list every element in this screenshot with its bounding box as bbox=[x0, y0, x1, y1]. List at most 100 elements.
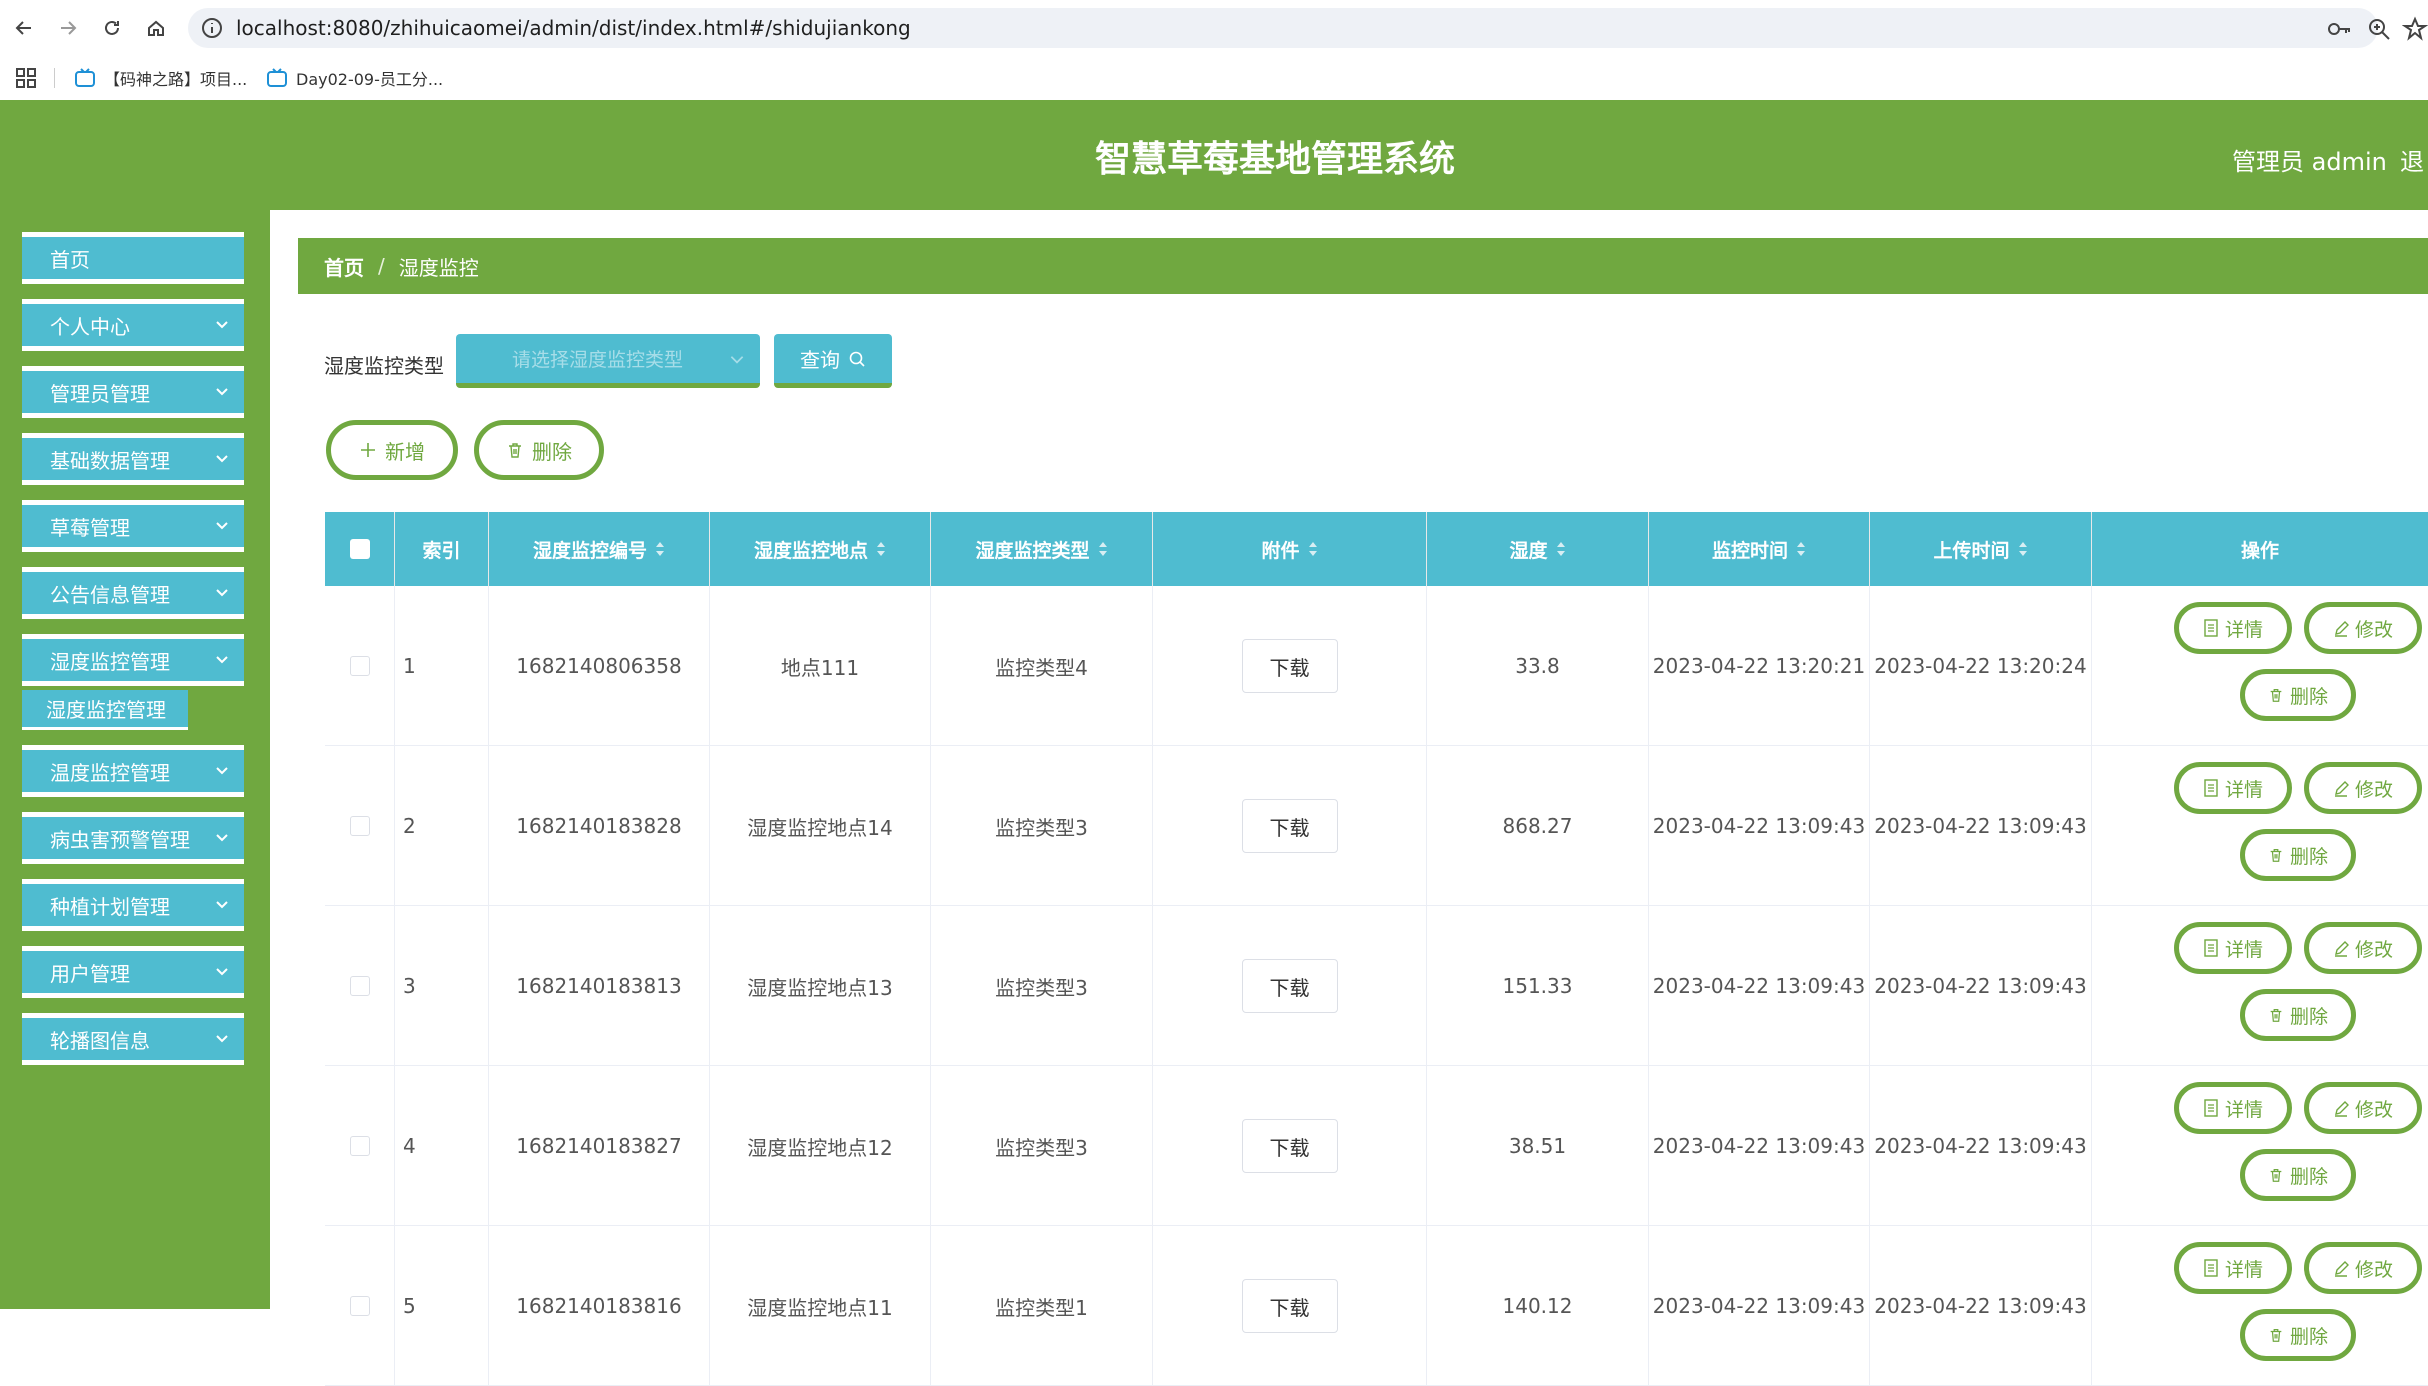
column-header-label: 操作 bbox=[2240, 539, 2279, 562]
detail-label: 详情 bbox=[2224, 1258, 2263, 1281]
sidebar-item-users[interactable]: 用户管理 bbox=[22, 946, 244, 998]
monitor-time-cell: 2023-04-22 13:09:43 bbox=[1649, 1066, 1870, 1226]
download-button[interactable]: 下载 bbox=[1241, 1279, 1338, 1333]
row-checkbox[interactable] bbox=[349, 656, 370, 676]
apps-grid-icon[interactable] bbox=[16, 68, 36, 92]
type-cell: 监控类型1 bbox=[931, 1226, 1153, 1386]
detail-button[interactable]: 详情 bbox=[2174, 922, 2292, 974]
sidebar-item-temperature[interactable]: 温度监控管理 bbox=[22, 745, 244, 797]
delete-button[interactable]: 删除 bbox=[2240, 1149, 2356, 1201]
sort-icon[interactable] bbox=[2018, 541, 2028, 557]
edit-button[interactable]: 修改 bbox=[2304, 602, 2422, 654]
column-header-sortable[interactable]: 监控时间 bbox=[1649, 512, 1870, 586]
query-button[interactable]: 查询 bbox=[774, 334, 892, 388]
logout-link[interactable]: 退 bbox=[2400, 142, 2424, 177]
humidity-cell: 868.27 bbox=[1427, 746, 1649, 906]
sort-icon[interactable] bbox=[1098, 541, 1108, 557]
breadcrumb-home[interactable]: 首页 bbox=[324, 252, 364, 281]
delete-button[interactable]: 删除 bbox=[2240, 829, 2356, 881]
edit-label: 修改 bbox=[2354, 618, 2393, 641]
sidebar-subitem-humidity[interactable]: 湿度监控管理 bbox=[22, 690, 188, 730]
row-checkbox[interactable] bbox=[349, 976, 370, 996]
sort-icon[interactable] bbox=[1308, 541, 1318, 557]
user-label[interactable]: 管理员 admin bbox=[2232, 142, 2387, 177]
key-icon[interactable] bbox=[2326, 16, 2352, 42]
operation-cell: 详情 修改 删除 bbox=[2092, 586, 2428, 746]
column-header-sortable[interactable]: 附件 bbox=[1153, 512, 1427, 586]
bilibili-icon bbox=[75, 68, 95, 87]
sidebar-item-admins[interactable]: 管理员管理 bbox=[22, 366, 244, 418]
column-header-label: 湿度监控编号 bbox=[532, 539, 647, 562]
column-header-sortable[interactable]: 湿度监控类型 bbox=[931, 512, 1153, 586]
sidebar-item-profile[interactable]: 个人中心 bbox=[22, 299, 244, 351]
sidebar-item-strawberry[interactable]: 草莓管理 bbox=[22, 500, 244, 552]
column-header-sortable[interactable]: 湿度 bbox=[1427, 512, 1649, 586]
monitor-time-cell: 2023-04-22 13:20:21 bbox=[1649, 586, 1870, 746]
sidebar-item-label: 种植计划管理 bbox=[50, 894, 170, 919]
sidebar-item-home[interactable]: 首页 bbox=[22, 232, 244, 284]
download-button[interactable]: 下载 bbox=[1241, 639, 1338, 693]
chevron-down-icon bbox=[216, 968, 228, 976]
row-select-cell bbox=[325, 906, 395, 1066]
humidity-type-select[interactable]: 请选择湿度监控类型 bbox=[456, 334, 760, 388]
detail-label: 详情 bbox=[2224, 778, 2263, 801]
sidebar-item-label: 管理员管理 bbox=[50, 381, 150, 406]
bookmark-item[interactable]: 【码神之路】项目... bbox=[74, 66, 247, 90]
delete-button[interactable]: 删除 bbox=[2240, 1309, 2356, 1361]
delete-button[interactable]: 删除 bbox=[2240, 989, 2356, 1041]
edit-button[interactable]: 修改 bbox=[2304, 762, 2422, 814]
sort-icon[interactable] bbox=[1796, 541, 1806, 557]
sort-icon[interactable] bbox=[876, 541, 886, 557]
edit-button[interactable]: 修改 bbox=[2304, 1242, 2422, 1294]
upload-time-cell: 2023-04-22 13:09:43 bbox=[1870, 1066, 2092, 1226]
sort-icon[interactable] bbox=[655, 541, 665, 557]
sidebar-item-planting-plan[interactable]: 种植计划管理 bbox=[22, 879, 244, 931]
row-checkbox[interactable] bbox=[349, 816, 370, 836]
delete-label: 删除 bbox=[2289, 685, 2328, 708]
download-button[interactable]: 下载 bbox=[1241, 959, 1338, 1013]
chevron-down-icon bbox=[216, 1035, 228, 1043]
row-select-cell bbox=[325, 1226, 395, 1386]
row-checkbox[interactable] bbox=[349, 1296, 370, 1316]
edit-icon bbox=[2334, 1101, 2349, 1117]
forward-icon[interactable] bbox=[52, 12, 84, 44]
add-button[interactable]: 新增 bbox=[326, 420, 458, 480]
batch-delete-button[interactable]: 删除 bbox=[474, 420, 604, 480]
zoom-icon[interactable] bbox=[2366, 16, 2392, 42]
edit-button[interactable]: 修改 bbox=[2304, 1082, 2422, 1134]
select-all-checkbox[interactable] bbox=[349, 539, 370, 559]
bookmark-label: Day02-09-员工分... bbox=[296, 70, 444, 89]
back-icon[interactable] bbox=[8, 12, 40, 44]
bookmark-item[interactable]: Day02-09-员工分... bbox=[266, 66, 443, 90]
sort-icon[interactable] bbox=[1556, 541, 1566, 557]
column-header-sortable[interactable]: 上传时间 bbox=[1870, 512, 2092, 586]
trash-icon bbox=[509, 443, 521, 458]
row-checkbox[interactable] bbox=[349, 1136, 370, 1156]
trash-icon bbox=[2270, 1329, 2282, 1342]
search-icon bbox=[849, 351, 865, 367]
delete-label: 删除 bbox=[2289, 1165, 2328, 1188]
code-cell: 1682140183828 bbox=[489, 746, 710, 906]
detail-button[interactable]: 详情 bbox=[2174, 1082, 2292, 1134]
download-button[interactable]: 下载 bbox=[1241, 799, 1338, 853]
delete-button[interactable]: 删除 bbox=[2240, 669, 2356, 721]
edit-button[interactable]: 修改 bbox=[2304, 922, 2422, 974]
sidebar-item-humidity[interactable]: 湿度监控管理 bbox=[22, 634, 244, 686]
sidebar-item-notices[interactable]: 公告信息管理 bbox=[22, 567, 244, 619]
detail-button[interactable]: 详情 bbox=[2174, 762, 2292, 814]
sidebar-item-basic-data[interactable]: 基础数据管理 bbox=[22, 433, 244, 485]
sidebar-item-label: 用户管理 bbox=[50, 961, 130, 986]
trash-icon bbox=[2270, 1169, 2282, 1182]
detail-button[interactable]: 详情 bbox=[2174, 602, 2292, 654]
home-icon[interactable] bbox=[140, 12, 172, 44]
reload-icon[interactable] bbox=[96, 12, 128, 44]
column-header-sortable[interactable]: 湿度监控编号 bbox=[489, 512, 710, 586]
site-info-icon[interactable] bbox=[200, 16, 224, 44]
download-button[interactable]: 下载 bbox=[1241, 1119, 1338, 1173]
detail-button[interactable]: 详情 bbox=[2174, 1242, 2292, 1294]
sidebar-item-carousel[interactable]: 轮播图信息 bbox=[22, 1013, 244, 1065]
sidebar-item-pest-warning[interactable]: 病虫害预警管理 bbox=[22, 812, 244, 864]
column-header-sortable[interactable]: 湿度监控地点 bbox=[710, 512, 931, 586]
trash-icon bbox=[2270, 1009, 2282, 1022]
star-icon[interactable] bbox=[2401, 16, 2428, 42]
